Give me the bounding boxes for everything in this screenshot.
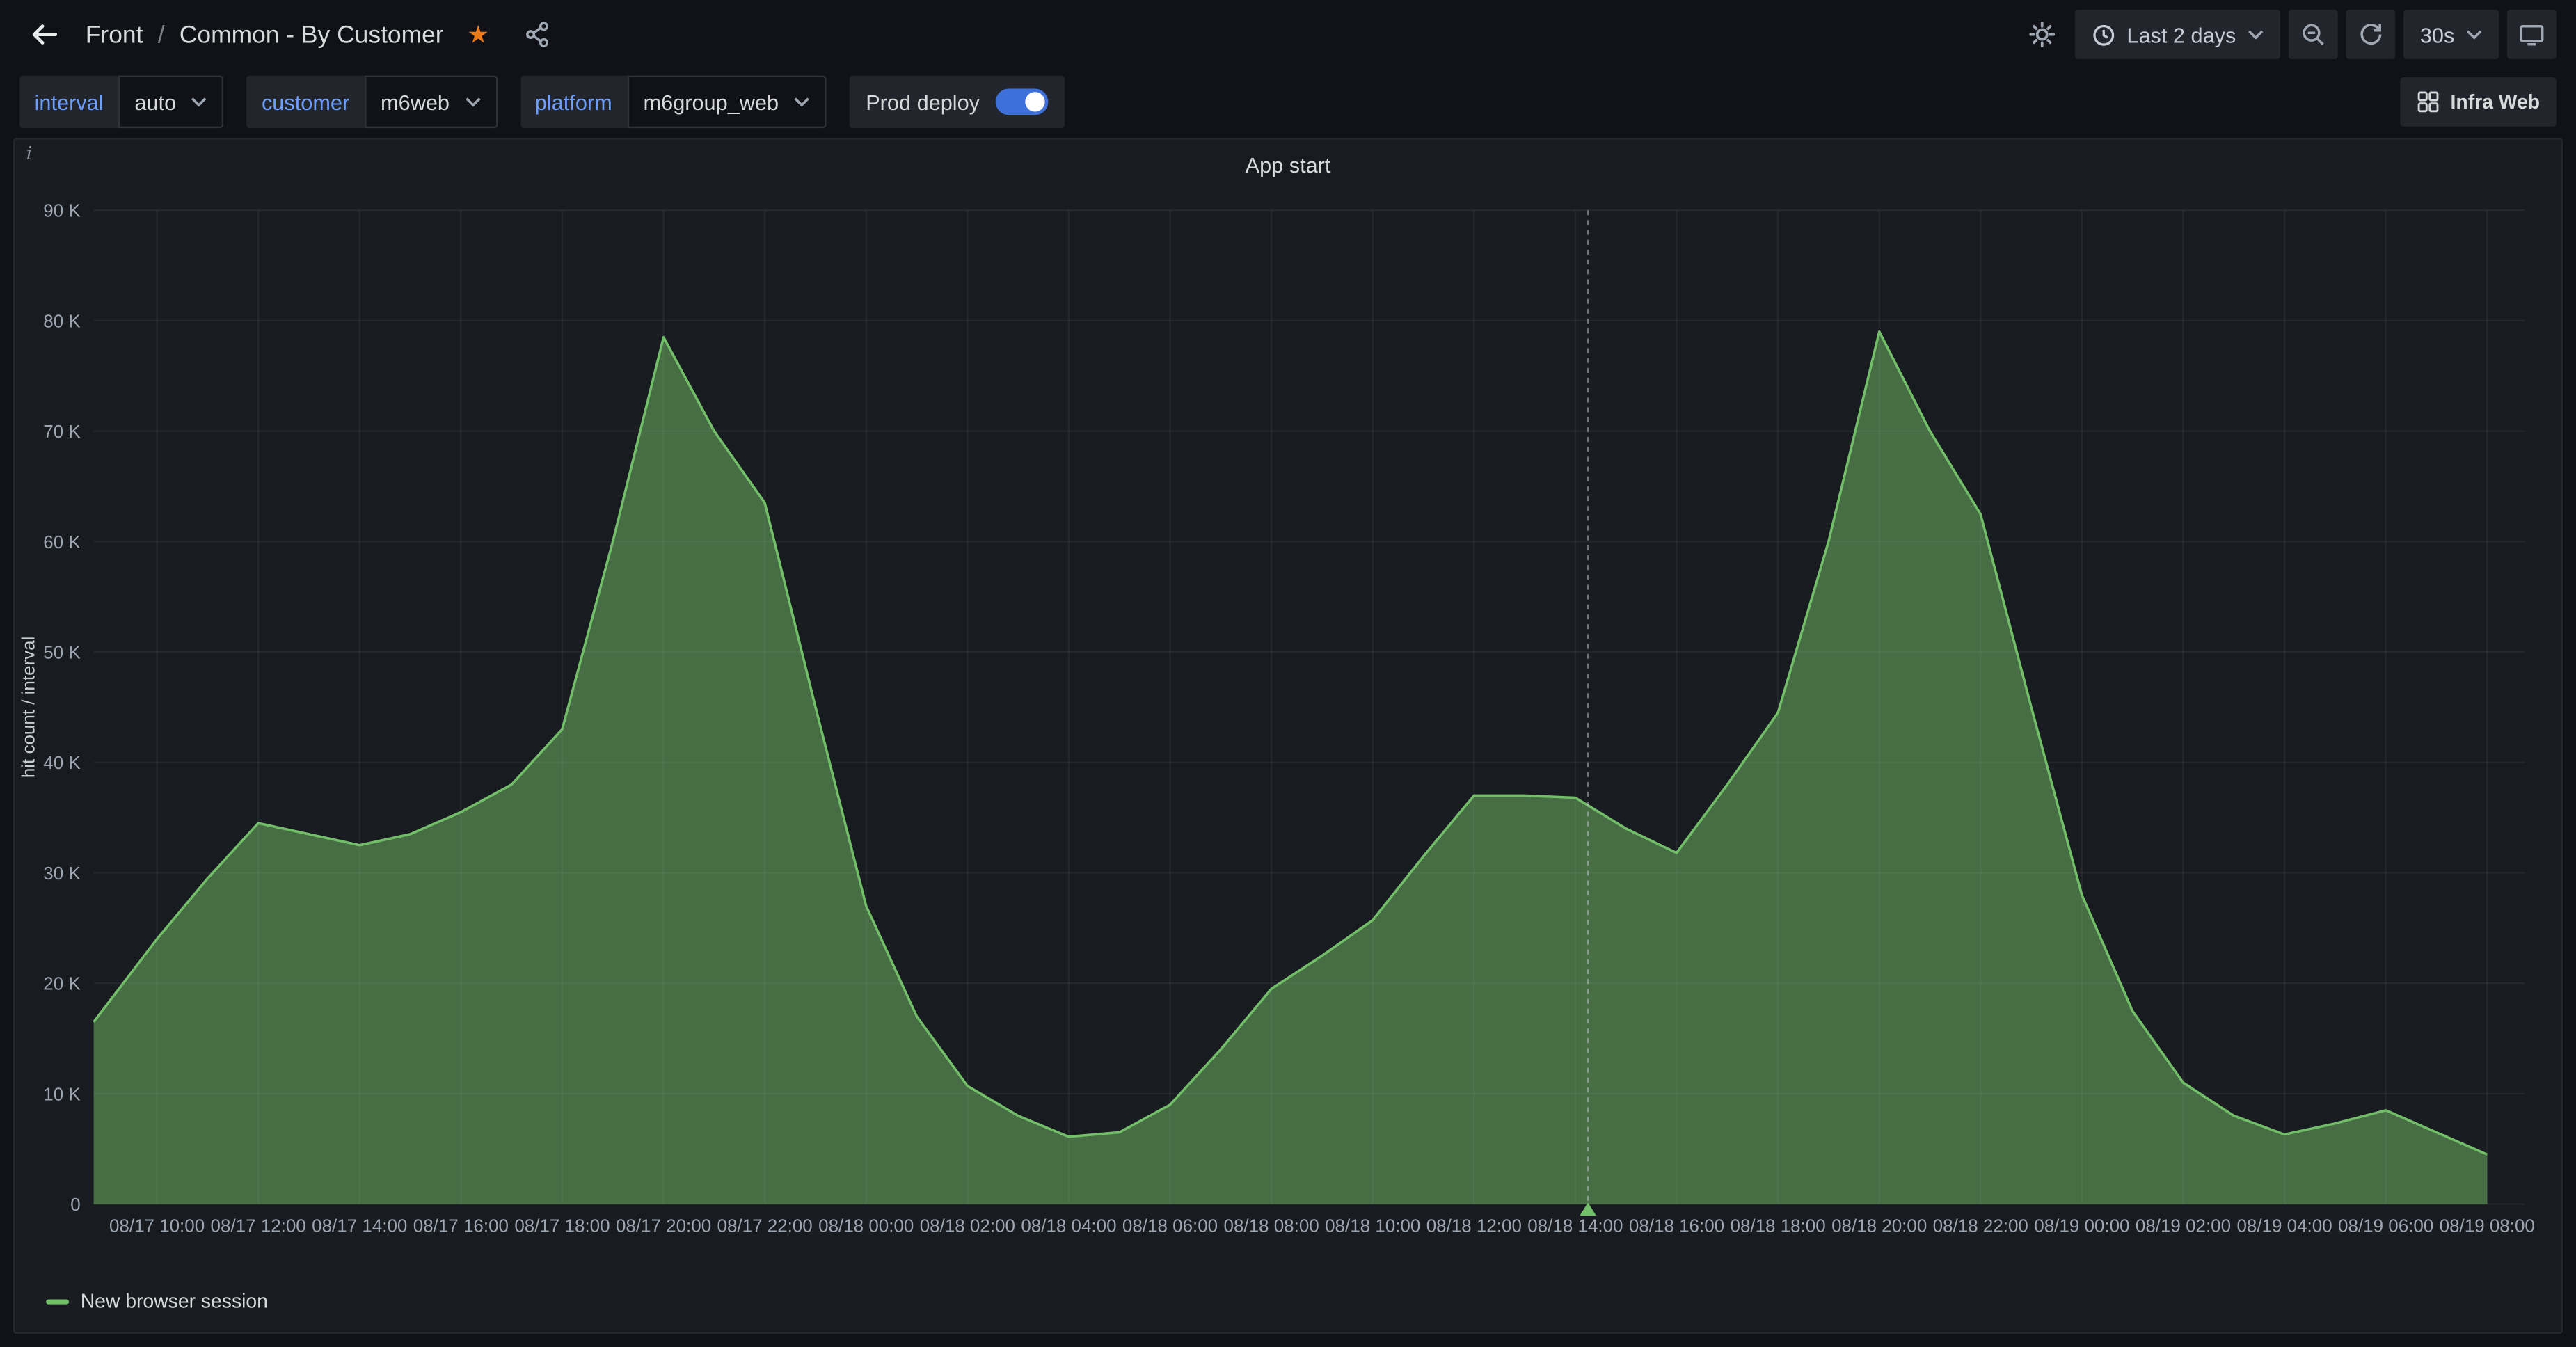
variable-customer-value: m6web	[381, 90, 450, 114]
variable-platform: platform m6group_web	[520, 76, 827, 129]
variable-interval-label: interval	[19, 76, 118, 129]
zoom-out-button[interactable]	[2289, 10, 2338, 59]
prod-deploy-label: Prod deploy	[866, 90, 980, 114]
chevron-down-icon	[2466, 29, 2483, 39]
svg-text:08/19 08:00: 08/19 08:00	[2440, 1216, 2535, 1236]
variable-interval-select[interactable]: auto	[118, 76, 224, 129]
legend-item-new-browser-session[interactable]: New browser session	[46, 1289, 268, 1312]
variable-platform-select[interactable]: m6group_web	[627, 76, 827, 129]
svg-text:80 K: 80 K	[43, 310, 81, 331]
svg-text:08/18 22:00: 08/18 22:00	[1933, 1216, 2028, 1236]
svg-text:40 K: 40 K	[43, 752, 81, 773]
svg-text:08/19 00:00: 08/19 00:00	[2034, 1216, 2129, 1236]
svg-text:08/17 12:00: 08/17 12:00	[211, 1216, 306, 1236]
panel-title[interactable]: App start	[15, 140, 2561, 189]
dashboard-settings-button[interactable]	[2017, 10, 2066, 59]
svg-text:08/18 04:00: 08/18 04:00	[1021, 1216, 1116, 1236]
svg-text:08/17 22:00: 08/17 22:00	[717, 1216, 813, 1236]
svg-text:70 K: 70 K	[43, 421, 81, 442]
time-range-picker[interactable]: Last 2 days	[2074, 10, 2280, 59]
svg-text:08/17 16:00: 08/17 16:00	[413, 1216, 509, 1236]
favorite-star-icon[interactable]: ★	[460, 10, 496, 59]
svg-text:08/17 18:00: 08/17 18:00	[514, 1216, 610, 1236]
chevron-down-icon	[464, 97, 481, 106]
svg-text:0: 0	[70, 1194, 80, 1215]
share-icon	[524, 22, 550, 48]
svg-text:08/18 18:00: 08/18 18:00	[1731, 1216, 1826, 1236]
gear-icon	[2028, 22, 2055, 48]
variable-customer: customer m6web	[247, 76, 498, 129]
svg-text:20 K: 20 K	[43, 973, 81, 994]
toggle-knob	[1026, 92, 1045, 111]
breadcrumb-root[interactable]: Front	[86, 21, 143, 49]
panel-info-icon[interactable]: i	[26, 143, 32, 164]
svg-text:08/18 10:00: 08/18 10:00	[1325, 1216, 1420, 1236]
breadcrumb-separator: /	[158, 21, 165, 49]
svg-text:10 K: 10 K	[43, 1083, 81, 1104]
svg-text:60 K: 60 K	[43, 532, 81, 552]
svg-text:30 K: 30 K	[43, 863, 81, 884]
svg-text:90 K: 90 K	[43, 200, 81, 221]
back-button[interactable]	[19, 10, 69, 59]
svg-text:08/18 12:00: 08/18 12:00	[1426, 1216, 1522, 1236]
svg-text:08/18 20:00: 08/18 20:00	[1831, 1216, 1927, 1236]
chevron-down-icon	[2248, 29, 2264, 39]
infra-web-label: Infra Web	[2451, 90, 2541, 113]
prod-deploy-control: Prod deploy	[850, 76, 1065, 129]
zoom-out-icon	[2300, 22, 2326, 48]
variable-customer-label: customer	[247, 76, 365, 129]
refresh-interval-label: 30s	[2420, 22, 2455, 47]
breadcrumb: Front / Common - By Customer	[86, 21, 444, 49]
svg-text:08/17 10:00: 08/17 10:00	[109, 1216, 205, 1236]
svg-text:08/18 08:00: 08/18 08:00	[1224, 1216, 1319, 1236]
app-start-panel: i App start 0 10 K 20 K 30 K 40 K 50 K 60 K 70 …	[13, 138, 2563, 1334]
svg-text:08/19 06:00: 08/19 06:00	[2338, 1216, 2433, 1236]
monitor-icon	[2518, 22, 2545, 48]
apps-grid-icon	[2416, 90, 2439, 113]
legend-swatch	[46, 1298, 69, 1303]
chevron-down-icon	[793, 97, 810, 106]
grafana-dashboard: Front / Common - By Customer ★ Last 2 da…	[0, 0, 2576, 1347]
variable-platform-value: m6group_web	[644, 90, 779, 114]
variables-bar: interval auto customer m6web platform m6…	[0, 69, 2576, 141]
share-button[interactable]	[513, 10, 562, 59]
tv-mode-button[interactable]	[2507, 10, 2557, 59]
time-range-label: Last 2 days	[2126, 22, 2236, 47]
variable-customer-select[interactable]: m6web	[364, 76, 497, 129]
variable-platform-label: platform	[520, 76, 627, 129]
variable-interval-value: auto	[134, 90, 176, 114]
variable-interval: interval auto	[19, 76, 223, 129]
svg-text:08/17 14:00: 08/17 14:00	[312, 1216, 407, 1236]
refresh-icon	[2358, 22, 2384, 48]
svg-text:08/18 14:00: 08/18 14:00	[1527, 1216, 1623, 1236]
top-nav: Front / Common - By Customer ★ Last 2 da…	[0, 0, 2576, 69]
clock-icon	[2090, 22, 2115, 47]
arrow-left-icon	[29, 19, 58, 49]
svg-text:08/18 00:00: 08/18 00:00	[818, 1216, 914, 1236]
y-axis-title: hit count / interval	[18, 637, 39, 779]
prod-deploy-toggle[interactable]	[996, 88, 1049, 115]
svg-text:08/18 02:00: 08/18 02:00	[920, 1216, 1015, 1236]
refresh-interval-picker[interactable]: 30s	[2403, 10, 2499, 59]
app-start-chart[interactable]: 0 10 K 20 K 30 K 40 K 50 K 60 K 70 K 80 K 90 K 08/…	[15, 189, 2561, 1260]
svg-text:08/17 20:00: 08/17 20:00	[616, 1216, 711, 1236]
refresh-button[interactable]	[2346, 10, 2396, 59]
breadcrumb-current: Common - By Customer	[180, 21, 444, 49]
svg-text:08/18 16:00: 08/18 16:00	[1629, 1216, 1724, 1236]
chevron-down-icon	[191, 97, 207, 106]
svg-text:08/19 04:00: 08/19 04:00	[2236, 1216, 2332, 1236]
svg-text:08/18 06:00: 08/18 06:00	[1122, 1216, 1218, 1236]
infra-web-button[interactable]: Infra Web	[2399, 77, 2556, 127]
svg-text:50 K: 50 K	[43, 641, 81, 662]
svg-text:08/19 02:00: 08/19 02:00	[2136, 1216, 2231, 1236]
legend-label: New browser session	[81, 1289, 268, 1312]
